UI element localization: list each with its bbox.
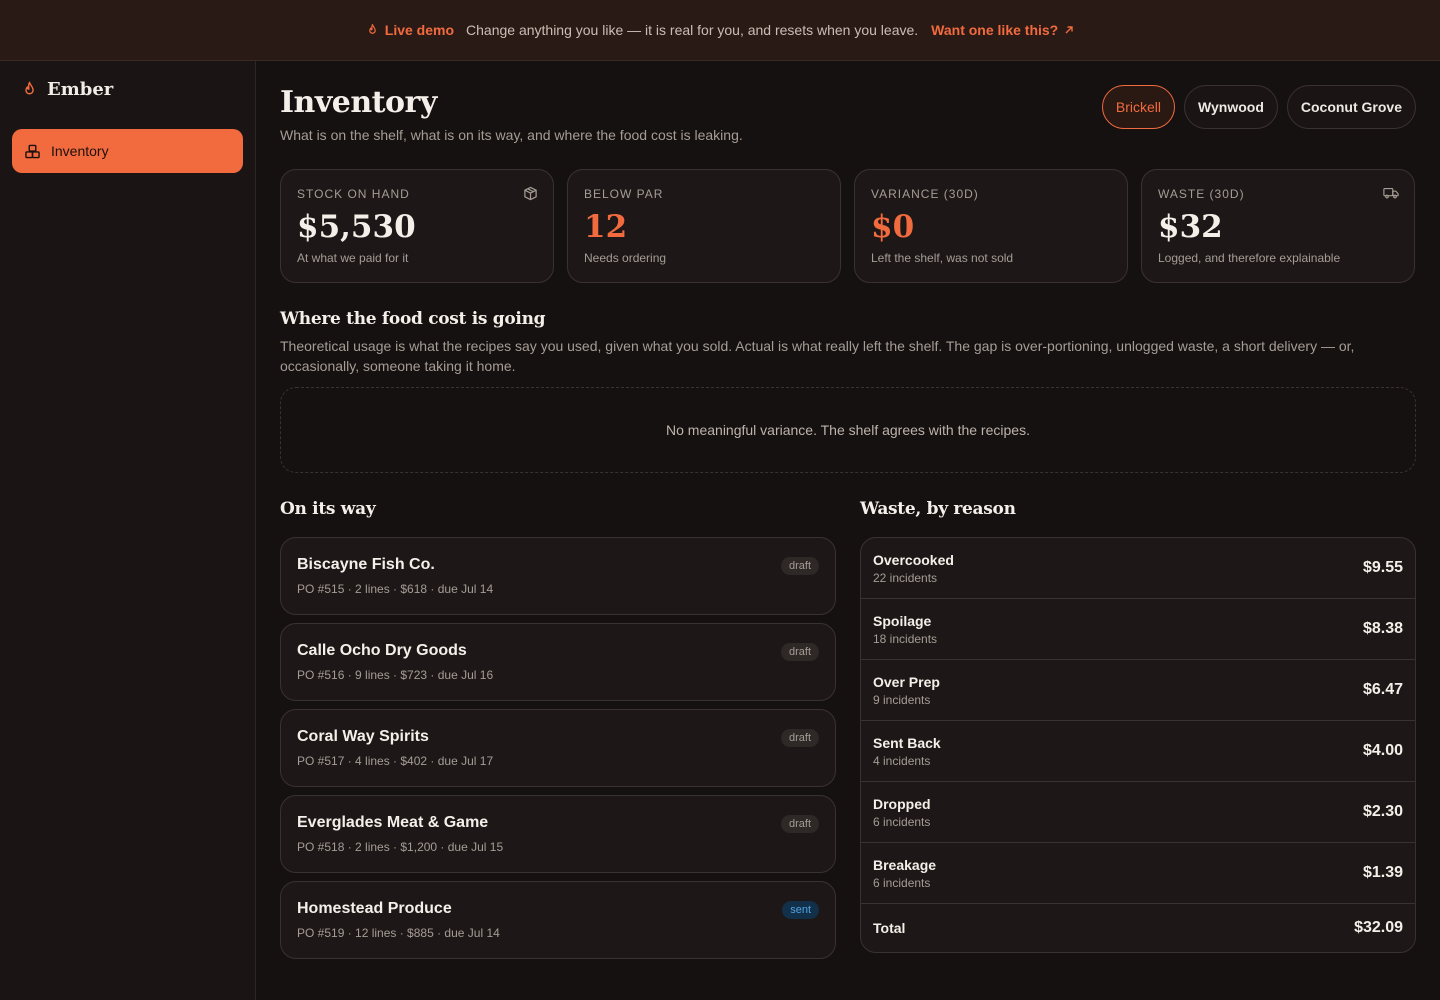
waste-total-amount: $32.09 <box>1354 919 1403 936</box>
waste-incidents: 22 incidents <box>873 570 938 585</box>
waste-amount: $4.00 <box>1362 742 1403 759</box>
waste-amount: $6.47 <box>1362 681 1403 698</box>
variance-description: Theoretical usage is what the recipes sa… <box>280 338 1355 374</box>
stat-value: 12 <box>584 209 628 245</box>
po-meta: PO #518 · 2 lines · $1,200 · due Jul 15 <box>297 840 504 854</box>
variance-empty-state: No meaningful variance. The shelf agrees… <box>280 387 1416 473</box>
table-row: Breakage 6 incidents $1.39 <box>861 843 1415 904</box>
stat-label: WASTE (30D) <box>1158 187 1245 201</box>
status-badge: sent <box>782 901 819 919</box>
live-demo-text: Live demo <box>384 22 455 38</box>
table-row: Spoilage 18 incidents $8.38 <box>861 599 1415 660</box>
waste-reason: Over Prep <box>873 673 940 690</box>
status-badge: draft <box>780 557 819 575</box>
waste-incidents: 18 incidents <box>873 631 938 646</box>
po-vendor: Biscayne Fish Co. <box>297 556 435 573</box>
status-badge: draft <box>780 815 819 833</box>
waste-reason: Dropped <box>873 795 931 812</box>
purchase-order-card[interactable]: Everglades Meat & Game PO #518 · 2 lines… <box>280 795 836 873</box>
po-meta: PO #517 · 4 lines · $402 · due Jul 17 <box>297 754 494 768</box>
stat-label: BELOW PAR <box>584 187 664 201</box>
flame-icon <box>25 81 34 95</box>
stat-note: Left the shelf, was not sold <box>871 251 1014 265</box>
waste-reason: Sent Back <box>873 734 941 751</box>
stats-row: STOCK ON HAND $5,530 At what we paid for… <box>280 169 1416 283</box>
section-title-waste: Waste, by reason <box>860 499 1016 519</box>
live-demo-label: Live demo <box>366 22 454 38</box>
status-badge: draft <box>780 643 819 661</box>
waste-incidents: 4 incidents <box>873 753 931 768</box>
sidebar: Ember Inventory <box>0 61 256 1000</box>
waste-incidents: 9 incidents <box>873 692 931 707</box>
stat-below-par: BELOW PAR 12 Needs ordering <box>567 169 841 283</box>
po-vendor: Everglades Meat & Game <box>297 814 489 831</box>
table-row: Sent Back 4 incidents $4.00 <box>861 721 1415 782</box>
po-meta: PO #515 · 2 lines · $618 · due Jul 14 <box>297 582 494 596</box>
brand[interactable]: Ember <box>21 79 113 100</box>
stat-variance: VARIANCE (30D) $0 Left the shelf, was no… <box>854 169 1128 283</box>
stat-note: Logged, and therefore explainable <box>1158 251 1341 265</box>
purchase-order-list: Biscayne Fish Co. PO #515 · 2 lines · $6… <box>280 537 836 967</box>
waste-table: Overcooked 22 incidents $9.55 Spoilage 18 … <box>860 537 1416 953</box>
page-title: Inventory <box>280 85 437 120</box>
waste-reason: Spoilage <box>873 612 932 629</box>
po-meta: PO #519 · 12 lines · $885 · due Jul 14 <box>297 926 500 940</box>
brand-name: Ember <box>47 79 114 100</box>
stat-note: Needs ordering <box>584 251 667 265</box>
purchase-order-card[interactable]: Coral Way Spirits PO #517 · 4 lines · $4… <box>280 709 836 787</box>
package-icon <box>524 186 537 201</box>
waste-total-label: Total <box>873 920 906 936</box>
boxes-icon <box>25 144 40 158</box>
stat-value: $5,530 <box>297 209 416 245</box>
want-one-link[interactable]: Want one like this? <box>931 22 1074 38</box>
section-title-on-its-way: On its way <box>280 499 376 519</box>
waste-incidents: 6 incidents <box>873 814 931 829</box>
waste-total-row: Total $32.09 <box>861 904 1415 952</box>
want-one-label: Want one like this? <box>931 22 1059 38</box>
waste-amount: $9.55 <box>1362 559 1403 576</box>
purchase-order-card[interactable]: Biscayne Fish Co. PO #515 · 2 lines · $6… <box>280 537 836 615</box>
arrow-up-right-icon <box>1065 26 1073 34</box>
stat-value: $0 <box>871 209 915 245</box>
waste-reason: Overcooked <box>873 551 954 568</box>
location-wynwood-button[interactable]: Wynwood <box>1184 85 1278 129</box>
status-badge: draft <box>780 729 819 747</box>
stat-note: At what we paid for it <box>297 251 409 265</box>
stat-value: $32 <box>1158 209 1223 245</box>
table-row: Overcooked 22 incidents $9.55 <box>861 538 1415 599</box>
waste-amount: $2.30 <box>1362 803 1403 820</box>
location-switcher: Brickell Wynwood Coconut Grove <box>1101 85 1416 129</box>
location-coconut-grove-button[interactable]: Coconut Grove <box>1286 85 1416 129</box>
purchase-order-card[interactable]: Homestead Produce PO #519 · 12 lines · $… <box>280 881 836 959</box>
table-row: Over Prep 9 incidents $6.47 <box>861 660 1415 721</box>
purchase-order-card[interactable]: Calle Ocho Dry Goods PO #516 · 9 lines ·… <box>280 623 836 701</box>
stat-waste: WASTE (30D) $32 Logged, and therefore ex… <box>1141 169 1415 283</box>
waste-incidents: 6 incidents <box>873 875 931 890</box>
truck-icon <box>1383 187 1399 199</box>
stat-label: STOCK ON HAND <box>297 187 410 201</box>
po-vendor: Homestead Produce <box>297 900 452 917</box>
sidebar-item-inventory[interactable]: Inventory <box>12 129 243 173</box>
waste-amount: $8.38 <box>1362 620 1403 637</box>
sidebar-item-label: Inventory <box>51 143 109 159</box>
location-brickell-button[interactable]: Brickell <box>1101 85 1176 129</box>
waste-reason: Breakage <box>873 856 937 873</box>
stat-stock-on-hand: STOCK ON HAND $5,530 At what we paid for… <box>280 169 554 283</box>
po-meta: PO #516 · 9 lines · $723 · due Jul 16 <box>297 668 494 682</box>
po-vendor: Calle Ocho Dry Goods <box>297 642 467 659</box>
banner-message: Change anything you like — it is real fo… <box>466 22 919 38</box>
table-row: Dropped 6 incidents $2.30 <box>861 782 1415 843</box>
flame-icon <box>368 23 376 34</box>
section-title-variance: Where the food cost is going <box>280 309 546 329</box>
demo-banner: Live demo Change anything you like — it … <box>0 0 1440 61</box>
po-vendor: Coral Way Spirits <box>297 728 429 745</box>
page-subtitle: What is on the shelf, what is on its way… <box>280 127 743 143</box>
stat-label: VARIANCE (30D) <box>871 187 979 201</box>
waste-amount: $1.39 <box>1362 864 1403 881</box>
